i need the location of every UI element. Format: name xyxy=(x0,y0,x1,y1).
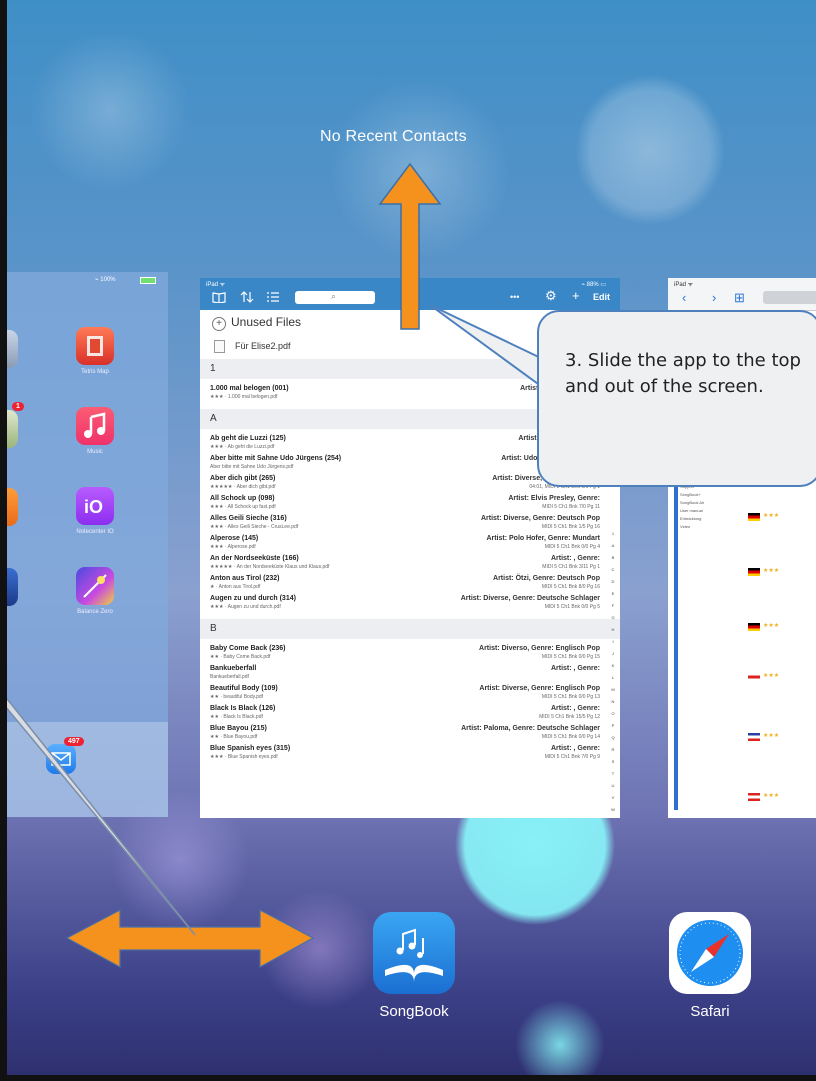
instruction-text: 3. Slide the app to the top and out of t… xyxy=(565,350,801,397)
safari-label: Safari xyxy=(690,1003,730,1020)
ipad-multitasking-screen: No Recent Contacts ⌁ 100% Tetris Map 1 M… xyxy=(0,0,816,1081)
songbook-app-icon[interactable] xyxy=(373,912,455,994)
songbook-label: SongBook xyxy=(379,1003,449,1020)
safari-app-icon[interactable] xyxy=(669,912,751,994)
